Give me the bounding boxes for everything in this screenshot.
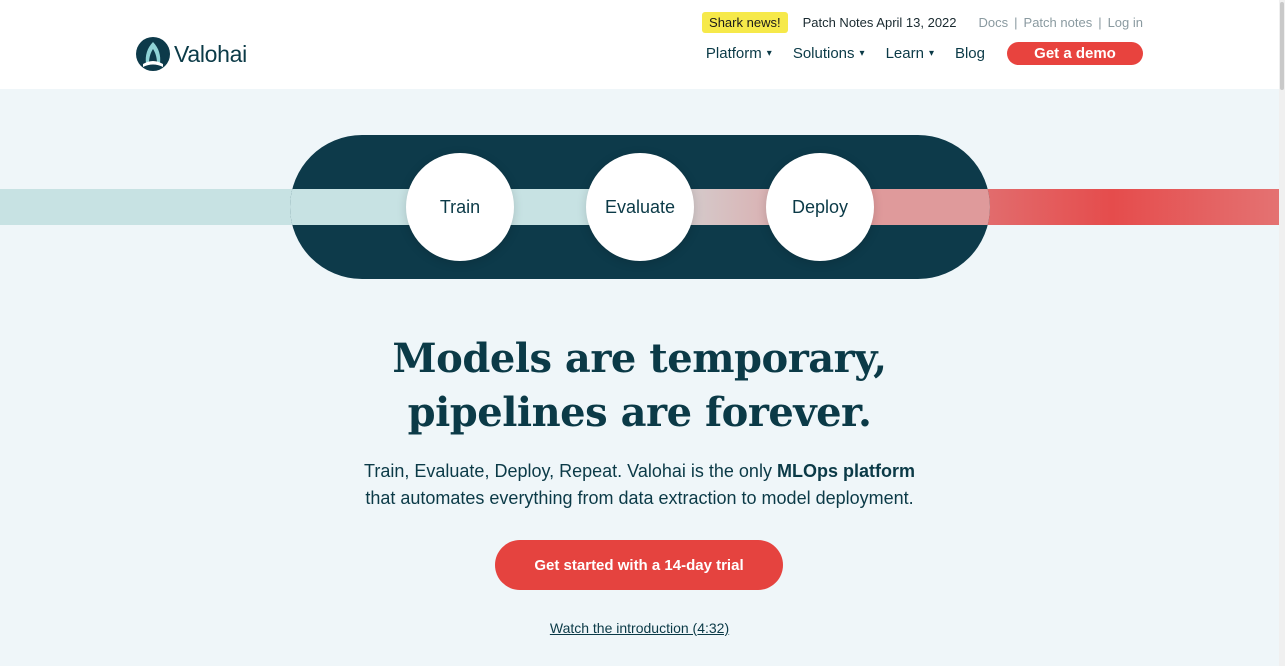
- chevron-down-icon: ▾: [928, 48, 934, 59]
- nav-item-learn[interactable]: Learn ▾: [886, 45, 934, 62]
- watch-intro-link[interactable]: Watch the introduction (4:32): [0, 620, 1279, 636]
- pipeline-step-evaluate: Evaluate: [586, 153, 694, 261]
- utility-bar: Shark news! Patch Notes April 13, 2022 D…: [702, 12, 1143, 33]
- subtext-line-1: Train, Evaluate, Deploy, Repeat. Valohai…: [364, 461, 777, 481]
- valohai-logo-icon: [136, 37, 170, 71]
- utility-links: Docs | Patch notes | Log in: [979, 15, 1143, 30]
- nav-item-label: Blog: [954, 45, 985, 62]
- headline-line-2: pipelines are forever.: [407, 389, 872, 436]
- brand-name: Valohai: [174, 40, 247, 67]
- separator: |: [1098, 15, 1102, 30]
- pipeline-step-train: Train: [406, 153, 514, 261]
- chevron-down-icon: ▾: [766, 48, 772, 59]
- nav-item-blog[interactable]: Blog: [955, 45, 985, 62]
- main-nav: Platform ▾ Solutions ▾ Learn ▾ Blog Get a d…: [685, 42, 1143, 65]
- pipeline-step-deploy: Deploy: [766, 153, 874, 261]
- hero-headline: Models are temporary, pipelines are fore…: [0, 332, 1279, 440]
- patch-notes-link[interactable]: Patch Notes April 13, 2022: [803, 15, 957, 30]
- page-scrollbar[interactable]: [1279, 0, 1285, 666]
- chevron-down-icon: ▾: [859, 48, 865, 59]
- nav-item-label: Platform: [705, 45, 762, 62]
- nav-item-platform[interactable]: Platform ▾: [706, 45, 772, 62]
- nav-item-label: Solutions: [792, 45, 855, 62]
- shark-news-badge[interactable]: Shark news!: [702, 12, 788, 33]
- nav-item-label: Learn: [885, 45, 924, 62]
- login-link[interactable]: Log in: [1108, 15, 1143, 30]
- trial-cta-button[interactable]: Get started with a 14-day trial: [495, 540, 783, 590]
- scrollbar-thumb[interactable]: [1280, 2, 1284, 90]
- brand-logo[interactable]: Valohai: [135, 36, 247, 72]
- subtext-highlight: MLOps platform: [776, 461, 915, 481]
- subtext-line-2: that automates everything from data extr…: [365, 488, 914, 508]
- hero-subtext: Train, Evaluate, Deploy, Repeat. Valohai…: [0, 458, 1279, 512]
- get-demo-button[interactable]: Get a demo: [1007, 42, 1143, 65]
- headline-line-1: Models are temporary,: [392, 335, 887, 382]
- patch-notes-utility-link[interactable]: Patch notes: [1024, 15, 1093, 30]
- site-header: Valohai Shark news! Patch Notes April 13…: [0, 0, 1279, 89]
- separator: |: [1014, 15, 1018, 30]
- docs-link[interactable]: Docs: [979, 15, 1009, 30]
- nav-item-solutions[interactable]: Solutions ▾: [793, 45, 865, 62]
